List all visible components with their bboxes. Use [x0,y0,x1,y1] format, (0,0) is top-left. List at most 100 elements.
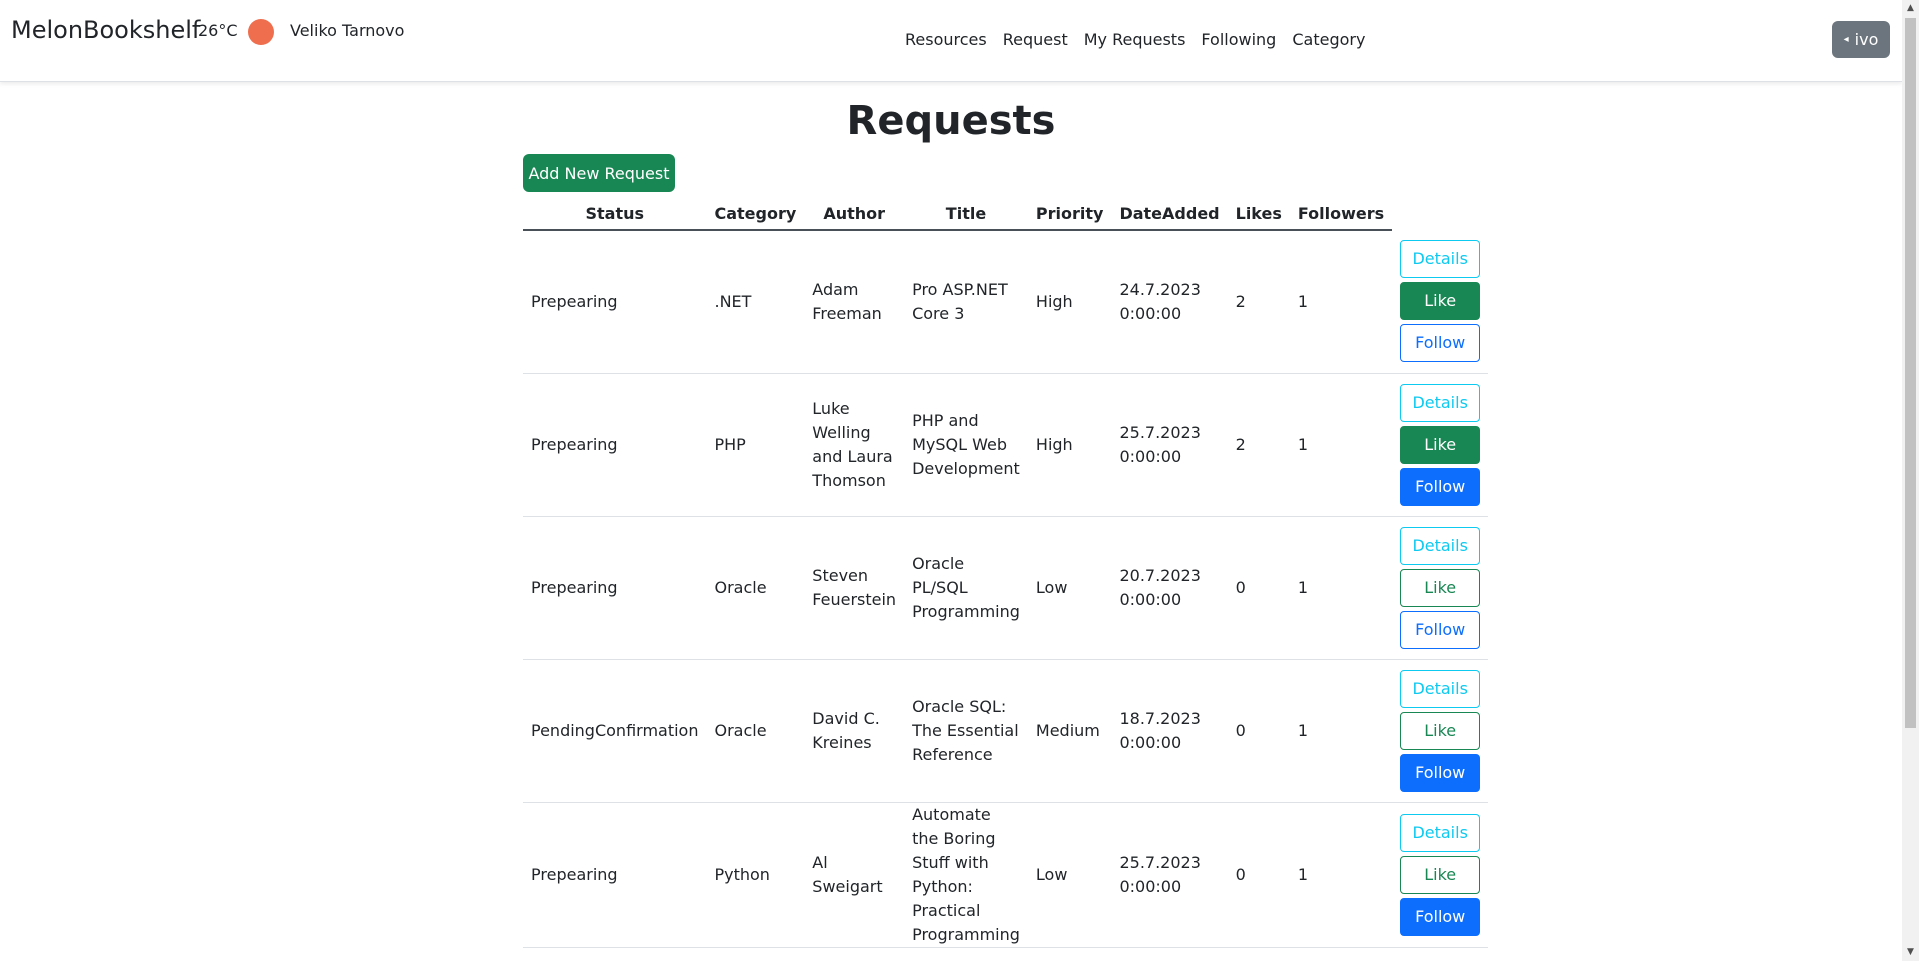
follow-button[interactable]: Follow [1400,897,1481,936]
cell-category: Oracle [714,577,767,597]
cell-likes: 2 [1235,434,1246,454]
requests-table: Status Category Author Title Priority Da… [523,197,1489,948]
cell-author: Luke Welling and Laura Thomson [812,398,893,490]
cell-likes: 2 [1235,291,1246,311]
nav-my-requests[interactable]: My Requests [1084,30,1186,49]
cell-date-added: 20.7.2023 0:00:00 [1119,565,1201,609]
cell-category: Oracle [714,720,767,740]
nav-following[interactable]: Following [1201,30,1276,49]
cell-date-added: 18.7.2023 0:00:00 [1119,708,1201,752]
header-followers: Followers [1289,197,1393,231]
details-button[interactable]: Details [1400,813,1481,852]
cell-actions: Details Like Follow [1392,230,1488,373]
cell-author: Al Sweigart [812,852,883,896]
details-button[interactable]: Details [1400,669,1481,708]
like-button[interactable]: Like [1400,711,1481,750]
user-name: ivo [1854,30,1879,49]
cell-actions: Details Like Follow [1392,659,1488,802]
cell-priority: High [1035,291,1073,311]
cell-author: Steven Feuerstein [812,565,897,609]
cell-likes: 0 [1235,577,1246,597]
scrollbar[interactable]: ▲ ▼ [1902,0,1919,961]
cell-actions: Details Like Follow [1392,373,1488,516]
cell-followers: 1 [1297,291,1309,311]
header-category: Category [706,197,805,231]
table-header-row: Status Category Author Title Priority Da… [523,197,1488,231]
scroll-up-arrow-icon[interactable]: ▲ [1902,0,1919,17]
cell-followers: 1 [1297,577,1309,597]
like-button[interactable]: Like [1400,855,1481,894]
follow-button[interactable]: Follow [1400,753,1481,792]
details-button[interactable]: Details [1400,240,1481,279]
cell-priority: Low [1035,577,1068,597]
nav-request[interactable]: Request [1003,30,1068,49]
header-status: Status [523,197,707,231]
navbar: MelonBookshelf 26°C Veliko Tarnovo Resou… [0,0,1902,82]
cell-followers: 1 [1297,434,1309,454]
nav-category[interactable]: Category [1292,30,1365,49]
cell-likes: 0 [1235,864,1246,884]
cell-date-added: 25.7.2023 0:00:00 [1119,852,1201,896]
brand-logo[interactable]: MelonBookshelf [11,16,200,44]
action-buttons: Details Like Follow [1400,813,1481,936]
city-name: Veliko Tarnovo [290,21,405,40]
cell-priority: High [1035,434,1073,454]
nav-links: Resources Request My Requests Following … [905,30,1365,49]
nav-resources[interactable]: Resources [905,30,987,49]
like-button[interactable]: Like [1400,282,1481,321]
temperature: 26°C [198,21,238,40]
cell-actions: Details Like Follow [1392,802,1488,947]
scroll-down-arrow-icon[interactable]: ▼ [1902,944,1919,961]
cell-likes: 0 [1235,720,1246,740]
cell-status: Prepearing [531,577,618,597]
cell-followers: 1 [1297,864,1309,884]
cell-status: Prepearing [531,864,618,884]
cell-actions: Details Like Follow [1392,516,1488,659]
caret-left-icon: ◂ [1843,34,1849,45]
cell-status: PendingConfirmation [531,720,699,740]
table-row: Prepearing Python Al Sweigart Automate the … [523,802,1489,947]
table-row: Prepearing PHP Luke Welling and Laura Thom… [523,373,1489,516]
cell-title: Oracle SQL: The Essential Reference [912,696,1019,764]
header-priority: Priority [1027,197,1112,231]
cell-followers: 1 [1297,720,1309,740]
user-dropdown-button[interactable]: ◂ ivo [1832,21,1890,58]
follow-button[interactable]: Follow [1400,324,1481,363]
cell-category: .NET [714,291,752,311]
cell-date-added: 24.7.2023 0:00:00 [1119,279,1201,323]
header-likes: Likes [1227,197,1290,231]
add-new-request-button[interactable]: Add New Request [523,154,675,192]
cell-title: Oracle PL/SQL Programming [912,553,1020,621]
scroll-thumb[interactable] [1905,18,1916,728]
cell-title: Pro ASP.NET Core 3 [912,279,1008,323]
table-row: Prepearing Oracle Steven Feuerstein Oracle … [523,516,1489,659]
follow-button[interactable]: Follow [1400,610,1481,649]
cell-title: Automate the Boring Stuff with Python: P… [912,804,1020,944]
header-date-added: DateAdded [1111,197,1228,231]
cell-category: Python [714,864,770,884]
cell-category: PHP [714,434,746,454]
header-author: Author [804,197,905,231]
header-title: Title [904,197,1028,231]
table-row: Prepearing .NET Adam Freeman Pro ASP.NET Co… [523,230,1489,373]
action-buttons: Details Like Follow [1400,383,1481,506]
cell-status: Prepearing [531,434,618,454]
details-button[interactable]: Details [1400,383,1481,422]
cell-priority: Medium [1035,720,1100,740]
action-buttons: Details Like Follow [1400,669,1481,792]
header-actions [1392,197,1488,230]
like-button[interactable]: Like [1400,568,1481,607]
sun-icon [248,19,274,45]
cell-title: PHP and MySQL Web Development [912,410,1020,478]
like-button[interactable]: Like [1400,425,1481,464]
cell-author: Adam Freeman [812,279,882,323]
details-button[interactable]: Details [1400,526,1481,565]
follow-button[interactable]: Follow [1400,467,1481,506]
cell-priority: Low [1035,864,1068,884]
cell-author: David C. Kreines [812,708,880,752]
page-title: Requests [846,98,1056,144]
table-row: PendingConfirmation Oracle David C. Kreine… [523,659,1489,802]
action-buttons: Details Like Follow [1400,526,1481,649]
table-body: Prepearing .NET Adam Freeman Pro ASP.NET Co… [523,230,1489,947]
action-buttons: Details Like Follow [1400,240,1481,363]
